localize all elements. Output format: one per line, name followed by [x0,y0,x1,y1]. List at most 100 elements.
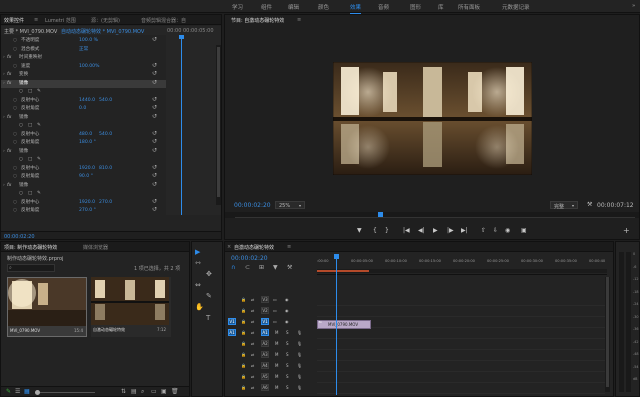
track-target-A6[interactable]: A6 [261,384,269,391]
mute-button[interactable]: M [275,340,278,347]
mute-button[interactable]: M [275,351,278,358]
effect-property-row[interactable]: ○ 反射角度 180.0 ° ↺ [1,138,166,148]
step-forward-button[interactable]: |▶ [447,227,454,235]
solo-button[interactable]: S [286,340,289,347]
fx-toggle-icon[interactable]: fx [7,182,11,191]
track-target-A1[interactable]: A1 [261,329,269,336]
microphone-icon[interactable]: 🎙 [297,362,302,369]
sync-lock-icon[interactable]: ⇌ [251,373,254,380]
folder-icon[interactable]: ▭ [151,388,157,395]
sync-lock-icon[interactable]: ⇌ [251,362,254,369]
workspace-tab-0[interactable]: 学习 [232,3,243,11]
effect-property-row[interactable]: ○ 反射中心 1440.0 540.0 ↺ [1,96,166,106]
track-output-icon[interactable]: ▭ [273,318,277,325]
effect-property-row[interactable]: ○ □ ✎ [1,88,166,97]
mark-out-button[interactable]: } [385,227,389,235]
microphone-icon[interactable]: 🎙 [297,329,302,336]
type-tool-icon[interactable]: T [206,314,210,322]
property-value-2[interactable]: 270.0 [99,199,112,208]
track-target-V1[interactable]: V1 [261,318,269,325]
video-clip[interactable]: fx MVI_0790.MOV [317,320,371,329]
workspace-tab-3[interactable]: 颜色 [318,3,329,11]
solo-button[interactable]: S [286,362,289,369]
tab-project[interactable]: 项目: 制作动态碾轮特效 [4,244,57,251]
property-value[interactable]: 270.0 ° [79,207,96,216]
source-patch-V1[interactable]: V1 [228,318,236,325]
extract-button[interactable]: ⇩ [493,227,498,235]
video-frame[interactable] [333,62,532,175]
effect-property-row[interactable]: fx › 变换 ↺ [1,70,166,80]
property-value-2[interactable]: 810.0 [99,165,112,174]
program-timecode[interactable]: 00:00:02:20 [234,202,271,209]
marker-in-button[interactable]: ▼ [357,227,362,235]
close-icon[interactable]: × [227,244,231,250]
stopwatch-icon[interactable]: ○ [13,105,17,114]
clear-icon[interactable]: 🗑 [171,388,179,395]
chevron-right-icon[interactable]: › [3,54,5,63]
property-value[interactable]: 100.0 % [79,37,98,46]
multi-button[interactable]: ▣ [521,227,527,235]
stopwatch-icon[interactable]: ○ [13,165,17,174]
timeline-title[interactable]: 自激动态碾轮特效 [234,244,274,251]
linked-icon[interactable]: ⊂ [245,264,250,272]
reset-icon[interactable]: ↺ [152,113,157,122]
mute-button[interactable]: M [275,373,278,380]
tab-media-browser[interactable]: 媒体浏览器 [83,244,108,251]
lock-icon[interactable]: 🔒 [241,340,246,347]
lock-icon[interactable]: 🔒 [241,329,246,336]
wrench-icon[interactable]: ⚒ [287,264,292,272]
workspace-tab-4[interactable]: 效果 [350,3,362,14]
rect-mask-icon[interactable]: □ [28,88,32,97]
effect-property-row[interactable]: ○ 反射角度 270.0 ° ↺ [1,206,166,216]
ec-footer-timecode[interactable]: 00:00:02:20 [4,234,35,239]
chevron-right-icon[interactable]: › [3,114,5,123]
pencil-icon[interactable]: ✎ [6,388,11,395]
pen-mask-icon[interactable]: ✎ [37,88,41,97]
stopwatch-icon[interactable]: ○ [13,173,17,182]
pen-mask-icon[interactable]: ✎ [37,190,41,199]
tab-lumetri-scopes[interactable]: Lumetri 范围 [45,17,76,24]
sync-lock-icon[interactable]: ⇌ [251,340,254,347]
lift-button[interactable]: ⇧ [481,227,486,235]
workspace-tab-1[interactable]: 组件 [261,3,272,11]
reset-icon[interactable]: ↺ [152,164,157,173]
sync-lock-icon[interactable]: ⇌ [251,318,254,325]
solo-button[interactable]: S [286,373,289,380]
sync-lock-icon[interactable]: ⇌ [251,296,254,303]
slip-tool-icon[interactable]: ⇔ [195,281,201,289]
effect-property-row[interactable]: fx › 镜像 ↺ [1,147,166,157]
hand-tool-icon[interactable]: ✋ [195,303,204,311]
wrench-icon[interactable]: ⚒ [587,201,592,208]
mark-in-button[interactable]: { [373,227,377,235]
fx-toggle-icon[interactable]: fx [7,114,11,123]
stopwatch-icon[interactable]: ○ [13,37,17,46]
timeline-playhead-handle[interactable] [334,254,339,259]
effect-property-row[interactable]: ○ 反射中心 1920.0 270.0 ↺ [1,198,166,208]
property-value[interactable]: 1440.0 [79,97,95,106]
program-title[interactable]: 节目: 自激动态碾轮特效 [231,17,284,24]
property-value[interactable]: 100.00% [79,63,99,72]
effect-property-row[interactable]: ○ □ ✎ [1,156,166,165]
effect-property-row[interactable]: fx › 时间重映射 [1,54,166,63]
track-select-icon[interactable]: ⇿ [195,259,201,267]
microphone-icon[interactable]: 🎙 [297,351,302,358]
microphone-icon[interactable]: 🎙 [297,384,302,391]
project-item[interactable]: 自激动态碾轮特效 7:12 [91,277,171,337]
timeline-menu-icon[interactable]: ≡ [287,244,291,250]
play-button[interactable]: ▶ [433,227,438,235]
property-value[interactable]: 正常 [79,46,88,55]
quality-select[interactable]: 完整 ▾ [550,201,578,210]
ellipse-mask-icon[interactable]: ○ [19,88,23,97]
solo-button[interactable]: S [286,351,289,358]
workspace-tab-7[interactable]: 库 [438,3,444,11]
property-value[interactable]: 180.0 ° [79,139,96,148]
lock-icon[interactable]: 🔒 [241,351,246,358]
ellipse-mask-icon[interactable]: ○ [19,190,23,199]
ellipse-mask-icon[interactable]: ○ [19,122,23,131]
stopwatch-icon[interactable]: ○ [13,97,17,106]
stopwatch-icon[interactable]: ○ [13,207,17,216]
track-target-V2[interactable]: V2 [261,307,269,314]
selection-tool-icon[interactable]: ▶ [195,248,200,256]
effect-property-row[interactable]: ○ 速度 100.00% ↺ [1,62,166,72]
property-value[interactable]: 480.0 [79,131,92,140]
